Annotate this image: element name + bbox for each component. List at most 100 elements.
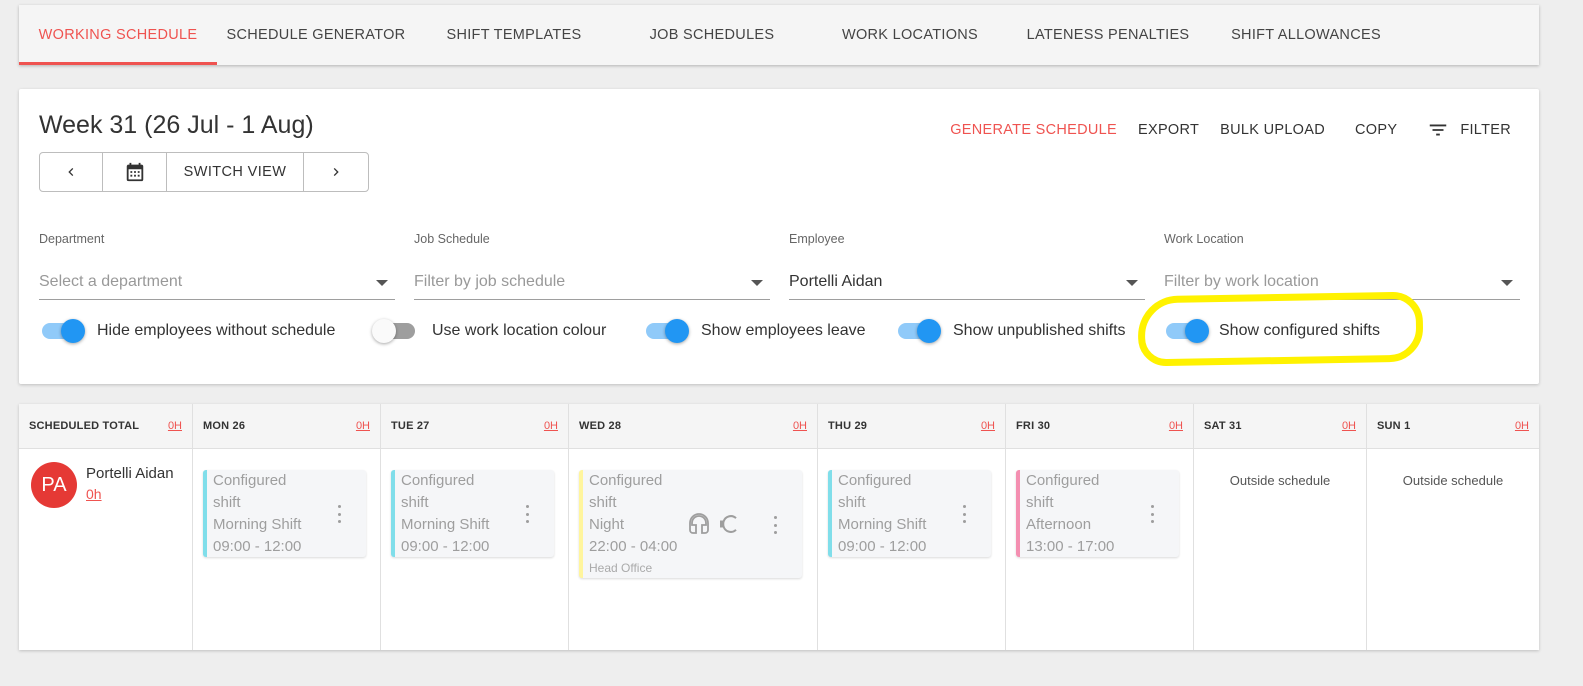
- toggle-label: Show employees leave: [701, 322, 866, 339]
- toggle-switch[interactable]: [372, 317, 418, 345]
- column-title: THU 29: [828, 420, 868, 432]
- shift-card[interactable]: Configured shift Morning Shift 09:00 - 1…: [828, 470, 991, 557]
- chevron-right-icon: [333, 168, 339, 176]
- work-location-placeholder: Filter by work location: [1164, 273, 1319, 290]
- column-hours-link[interactable]: 0H: [356, 420, 370, 432]
- shift-name: Afternoon: [1026, 516, 1092, 533]
- toggle-label: Use work location colour: [432, 322, 607, 339]
- department-field: Department Select a department: [39, 232, 395, 300]
- shift-status: shift: [838, 494, 866, 511]
- copy-button[interactable]: COPY: [1355, 122, 1397, 138]
- job-schedule-select[interactable]: Filter by job schedule: [414, 258, 770, 300]
- department-select[interactable]: Select a department: [39, 258, 395, 300]
- column-hours-link[interactable]: 0H: [1342, 420, 1356, 432]
- column-hours-link[interactable]: 0H: [1169, 420, 1183, 432]
- show-configured-shifts-toggle[interactable]: Show configured shifts: [1163, 317, 1380, 345]
- column-hours-link[interactable]: 0H: [544, 420, 558, 432]
- job-schedule-placeholder: Filter by job schedule: [414, 273, 566, 290]
- column-hours-link[interactable]: 0H: [168, 420, 182, 432]
- header-actions: GENERATE SCHEDULE EXPORT BULK UPLOAD COP…: [950, 119, 1511, 141]
- avatar: PA: [31, 462, 77, 508]
- more-vert-icon[interactable]: [519, 505, 535, 523]
- column-title: SCHEDULED TOTAL: [29, 420, 140, 432]
- toggle-label: Show unpublished shifts: [953, 322, 1126, 339]
- tab-job-schedules[interactable]: JOB SCHEDULES: [613, 5, 811, 65]
- shift-status: Configured: [589, 472, 663, 489]
- job-schedule-field: Job Schedule Filter by job schedule: [414, 232, 770, 300]
- shift-card[interactable]: Configured shift Morning Shift 09:00 - 1…: [391, 470, 554, 557]
- toggle-switch[interactable]: [1163, 317, 1209, 345]
- toggle-switch[interactable]: [39, 317, 85, 345]
- column-scheduled-total: SCHEDULED TOTAL 0H PA Portelli Aidan 0h: [19, 404, 193, 650]
- tab-shift-templates[interactable]: SHIFT TEMPLATES: [415, 5, 613, 65]
- shift-status: Configured: [1026, 472, 1100, 489]
- more-vert-icon[interactable]: [956, 505, 972, 523]
- use-work-location-colour-toggle[interactable]: Use work location colour: [372, 317, 607, 345]
- toggle-switch[interactable]: [643, 317, 689, 345]
- more-vert-icon[interactable]: [1144, 505, 1160, 523]
- column-hours-link[interactable]: 0H: [981, 420, 995, 432]
- column-wed: WED 28 0H Configured shift Night 22:00 -…: [569, 404, 818, 650]
- employee-value: Portelli Aidan: [789, 273, 883, 290]
- caret-down-icon: [1126, 280, 1138, 286]
- shift-time: 09:00 - 12:00: [838, 538, 927, 555]
- column-title: MON 26: [203, 420, 246, 432]
- headset-icon: [689, 513, 709, 534]
- employee-label: Employee: [789, 232, 845, 246]
- shift-status: Configured: [213, 472, 287, 489]
- tab-shift-allowances[interactable]: SHIFT ALLOWANCES: [1207, 5, 1405, 65]
- generate-schedule-button[interactable]: GENERATE SCHEDULE: [950, 122, 1117, 138]
- column-sun: SUN 1 0H Outside schedule: [1367, 404, 1539, 650]
- outside-schedule-label: Outside schedule: [1402, 473, 1504, 488]
- shift-location: Head Office: [589, 561, 653, 575]
- column-fri: FRI 30 0H Configured shift Afternoon 13:…: [1006, 404, 1194, 650]
- work-location-select[interactable]: Filter by work location: [1164, 258, 1520, 300]
- shift-status: shift: [401, 494, 429, 511]
- column-sat: SAT 31 0H Outside schedule: [1194, 404, 1367, 650]
- tab-working-schedule[interactable]: WORKING SCHEDULE: [19, 5, 217, 65]
- filter-label: FILTER: [1460, 122, 1511, 138]
- shift-time: 09:00 - 12:00: [401, 538, 490, 555]
- shift-card[interactable]: Configured shift Afternoon 13:00 - 17:00: [1016, 470, 1179, 557]
- tab-work-locations[interactable]: WORK LOCATIONS: [811, 5, 1009, 65]
- department-placeholder: Select a department: [39, 273, 183, 290]
- column-mon: MON 26 0H Configured shift Morning Shift…: [193, 404, 381, 650]
- column-title: FRI 30: [1016, 420, 1051, 432]
- shift-name: Morning Shift: [213, 516, 302, 533]
- work-location-label: Work Location: [1164, 232, 1244, 246]
- toggle-switch[interactable]: [895, 317, 941, 345]
- shift-time: 22:00 - 04:00: [589, 538, 678, 555]
- calendar-button[interactable]: [103, 153, 167, 191]
- shift-status: shift: [589, 494, 617, 511]
- column-title: SUN 1: [1377, 420, 1411, 432]
- shift-status: shift: [1026, 494, 1054, 511]
- tab-lateness-penalties[interactable]: LATENESS PENALTIES: [1009, 5, 1207, 65]
- column-hours-link[interactable]: 0H: [1515, 420, 1529, 432]
- week-navigation: SWITCH VIEW: [39, 152, 369, 192]
- previous-week-button[interactable]: [40, 153, 103, 191]
- column-title: TUE 27: [391, 420, 430, 432]
- shift-status: Configured: [401, 472, 475, 489]
- caret-down-icon: [751, 280, 763, 286]
- hide-employees-without-schedule-toggle[interactable]: Hide employees without schedule: [39, 317, 335, 345]
- employee-select[interactable]: Portelli Aidan: [789, 258, 1145, 300]
- next-week-button[interactable]: [304, 153, 368, 191]
- schedule-grid: SCHEDULED TOTAL 0H PA Portelli Aidan 0h …: [19, 404, 1539, 650]
- euro-icon: [720, 515, 737, 533]
- switch-view-button[interactable]: SWITCH VIEW: [167, 153, 304, 191]
- filter-button[interactable]: FILTER: [1427, 119, 1511, 141]
- export-button[interactable]: EXPORT: [1138, 122, 1199, 138]
- shift-card[interactable]: Configured shift Morning Shift 09:00 - 1…: [203, 470, 366, 557]
- shift-status: Configured: [838, 472, 912, 489]
- column-hours-link[interactable]: 0H: [793, 420, 807, 432]
- show-employees-leave-toggle[interactable]: Show employees leave: [643, 317, 866, 345]
- toggle-label: Hide employees without schedule: [97, 322, 336, 339]
- more-vert-icon[interactable]: [767, 516, 783, 534]
- more-vert-icon[interactable]: [331, 505, 347, 523]
- shift-card[interactable]: Configured shift Night 22:00 - 04:00 Hea…: [579, 470, 802, 578]
- show-unpublished-shifts-toggle[interactable]: Show unpublished shifts: [895, 317, 1126, 345]
- employee-hours-link[interactable]: 0h: [86, 486, 102, 502]
- tab-schedule-generator[interactable]: SCHEDULE GENERATOR: [217, 5, 415, 65]
- bulk-upload-button[interactable]: BULK UPLOAD: [1220, 122, 1325, 138]
- shift-time: 13:00 - 17:00: [1026, 538, 1115, 555]
